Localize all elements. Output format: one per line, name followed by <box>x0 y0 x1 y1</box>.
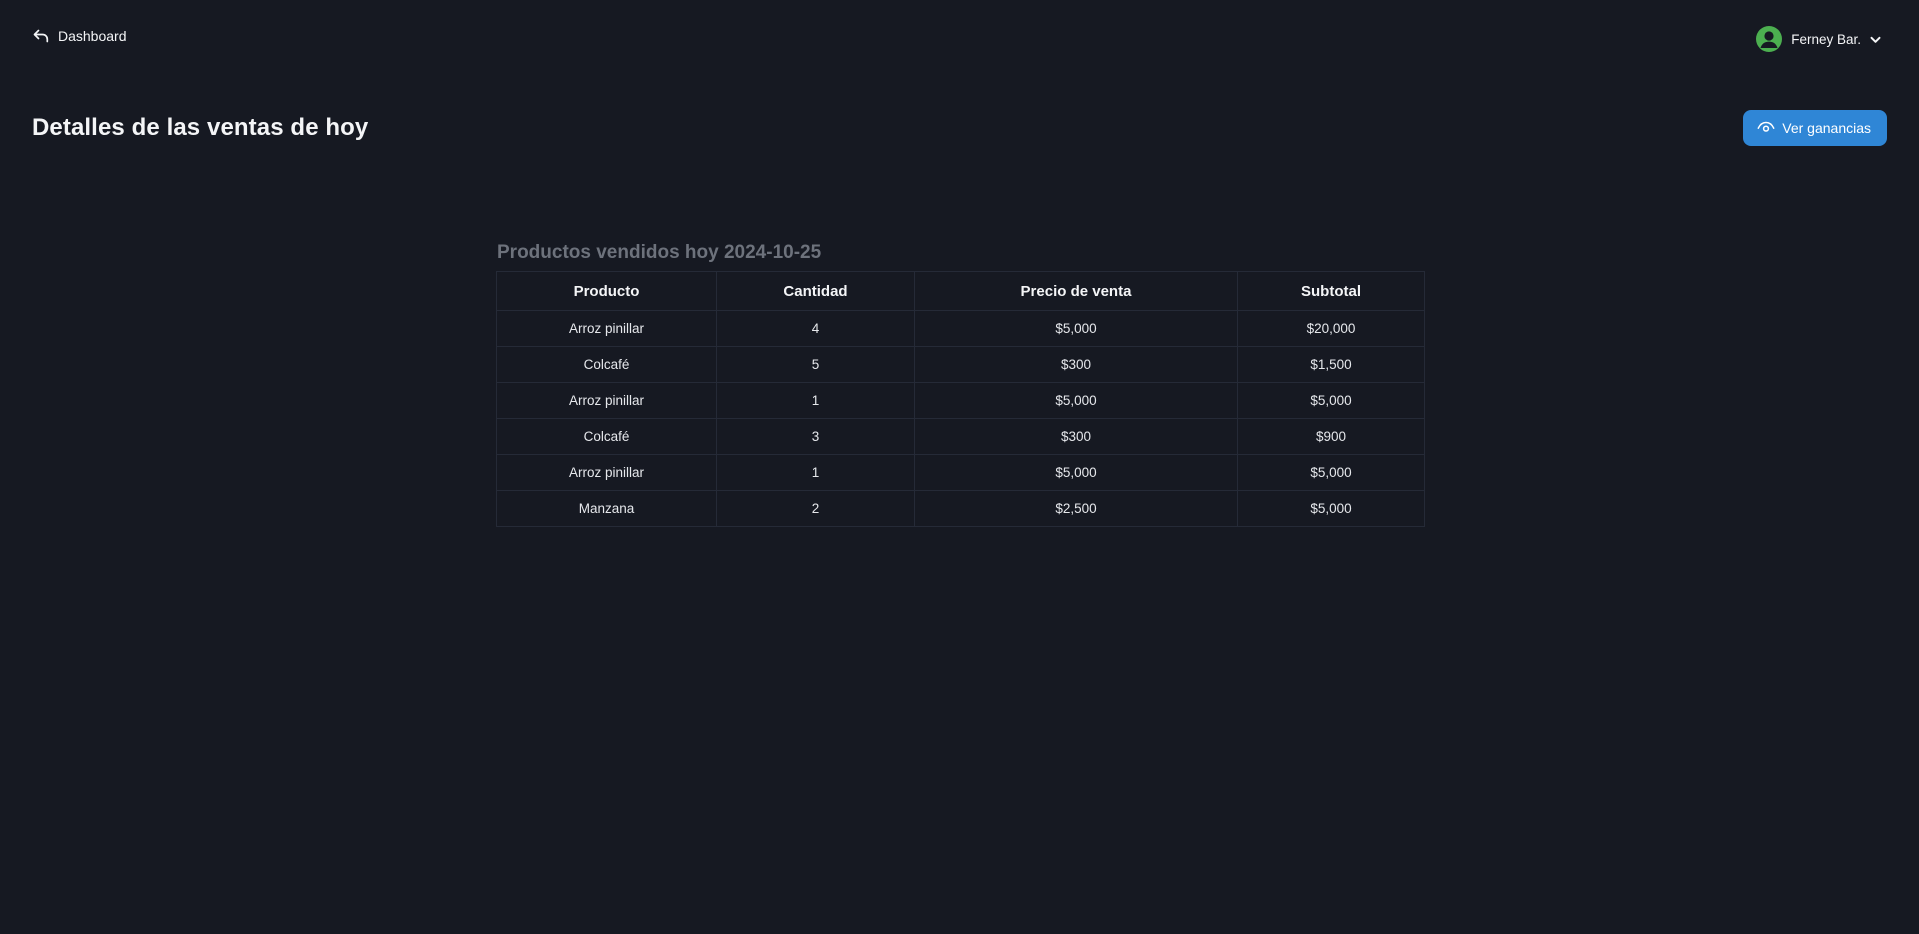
cell-producto: Manzana <box>496 490 717 527</box>
column-header-cantidad: Cantidad <box>716 271 915 311</box>
column-header-precio-de-venta: Precio de venta <box>914 271 1238 311</box>
sales-table: Producto Cantidad Precio de venta Subtot… <box>496 271 1425 527</box>
back-link-label: Dashboard <box>58 28 127 44</box>
cell-cantidad: 4 <box>716 310 915 347</box>
cell-precio: $5,000 <box>914 454 1238 491</box>
cell-subtotal: $20,000 <box>1237 310 1425 347</box>
cell-precio: $2,500 <box>914 490 1238 527</box>
page-title: Detalles de las ventas de hoy <box>32 114 369 141</box>
cell-producto: Colcafé <box>496 418 717 455</box>
cell-cantidad: 1 <box>716 382 915 419</box>
cell-producto: Arroz pinillar <box>496 310 717 347</box>
table-row: Colcafé 3 $300 $900 <box>496 418 1425 455</box>
user-avatar-icon <box>1756 26 1783 52</box>
table-header-row: Producto Cantidad Precio de venta Subtot… <box>496 271 1425 311</box>
table-row: Arroz pinillar 1 $5,000 $5,000 <box>496 454 1425 491</box>
cell-producto: Arroz pinillar <box>496 454 717 491</box>
cell-precio: $5,000 <box>914 310 1238 347</box>
top-bar: Dashboard Ferney Bar. <box>0 0 1919 76</box>
table-row: Arroz pinillar 4 $5,000 $20,000 <box>496 310 1425 347</box>
cell-subtotal: $1,500 <box>1237 346 1425 383</box>
cell-precio: $300 <box>914 346 1238 383</box>
cell-subtotal: $5,000 <box>1237 454 1425 491</box>
cell-cantidad: 3 <box>716 418 915 455</box>
undo-arrow-icon <box>33 29 49 43</box>
cell-subtotal: $5,000 <box>1237 490 1425 527</box>
sales-table-title: Productos vendidos hoy 2024-10-25 <box>497 242 822 263</box>
chevron-down-icon <box>1870 32 1881 47</box>
cell-cantidad: 1 <box>716 454 915 491</box>
eye-icon <box>1757 120 1775 137</box>
cell-subtotal: $5,000 <box>1237 382 1425 419</box>
cell-cantidad: 2 <box>716 490 915 527</box>
user-name: Ferney Bar. <box>1791 31 1861 47</box>
cell-producto: Colcafé <box>496 346 717 383</box>
cell-precio: $5,000 <box>914 382 1238 419</box>
user-menu[interactable]: Ferney Bar. <box>1756 26 1881 52</box>
column-header-producto: Producto <box>496 271 717 311</box>
table-row: Manzana 2 $2,500 $5,000 <box>496 490 1425 527</box>
cell-precio: $300 <box>914 418 1238 455</box>
back-to-dashboard-link[interactable]: Dashboard <box>33 28 127 44</box>
cell-subtotal: $900 <box>1237 418 1425 455</box>
table-row: Colcafé 5 $300 $1,500 <box>496 346 1425 383</box>
view-earnings-label: Ver ganancias <box>1782 120 1871 136</box>
column-header-subtotal: Subtotal <box>1237 271 1425 311</box>
view-earnings-button[interactable]: Ver ganancias <box>1743 110 1887 146</box>
cell-cantidad: 5 <box>716 346 915 383</box>
cell-producto: Arroz pinillar <box>496 382 717 419</box>
table-row: Arroz pinillar 1 $5,000 $5,000 <box>496 382 1425 419</box>
sales-section: Productos vendidos hoy 2024-10-25 Produc… <box>496 242 1425 527</box>
